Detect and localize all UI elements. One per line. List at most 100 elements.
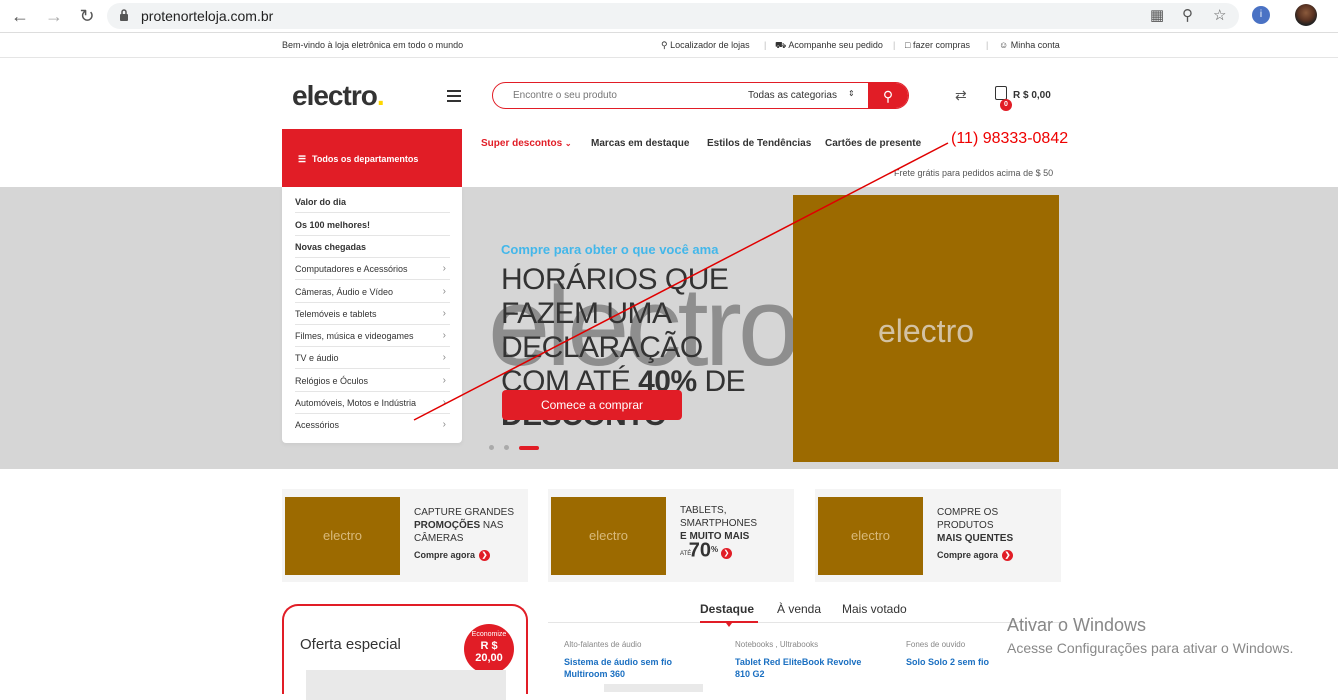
dept-label: Os 100 melhores! [295, 220, 371, 230]
promo-text: TABLETS, SMARTPHONES E MUITO MAIS ATÉ 70… [680, 504, 790, 560]
promo-card-hottest[interactable]: electro COMPRE OS PRODUTOS MAIS QUENTES … [815, 489, 1061, 582]
track-order-link[interactable]: ⛟ Acompanhe seu pedido [775, 40, 883, 52]
product-name-line: Tablet Red EliteBook Revolve [735, 657, 862, 667]
departments-list: Valor do dia Os 100 melhores! Novas cheg… [282, 187, 462, 443]
shop-link[interactable]: □ fazer compras [905, 40, 970, 50]
offer-product-image [306, 670, 506, 700]
bookmark-star-icon[interactable]: ☆ [1213, 7, 1226, 25]
promo-percent-sign: % [711, 545, 719, 554]
slide-dot-1[interactable] [489, 445, 494, 450]
product-name[interactable]: Tablet Red EliteBook Revolve 810 G2 [735, 656, 861, 680]
my-account-label: Minha conta [1010, 40, 1060, 50]
hero-title-line: FAZEM UMA [501, 297, 672, 330]
special-offer-card[interactable]: Oferta especial Economize R $20,00 [282, 604, 528, 700]
product-name[interactable]: Sistema de áudio sem fio Multiroom 360 [564, 656, 672, 680]
nav-marcas[interactable]: Marcas em destaque [591, 138, 689, 149]
dept-item[interactable]: Telemóveis e tablets › [295, 303, 450, 325]
site-logo[interactable]: electro. [292, 80, 385, 112]
badge-amount: R $20,00 [464, 640, 514, 664]
my-account-link[interactable]: ☺ Minha conta [999, 40, 1060, 50]
reload-icon[interactable]: ↻ [77, 6, 97, 26]
zoom-icon[interactable]: ⚲ [1182, 7, 1193, 25]
nav-super-descontos[interactable]: Super descontos ⌄ [481, 138, 572, 149]
slide-dot-2[interactable] [504, 445, 509, 450]
product-category[interactable]: Notebooks , Ultrabooks [735, 640, 818, 649]
dept-item[interactable]: TV e áudio › [295, 347, 450, 369]
address-bar[interactable]: protenorteloja.com.br ▦ ⚲ ☆ [107, 3, 1239, 29]
arrow-right-icon[interactable]: ❯ [720, 548, 732, 560]
dept-item[interactable]: Filmes, música e videogames › [295, 325, 450, 347]
nav-estilos[interactable]: Estilos de Tendências [707, 138, 811, 149]
tab-destaque[interactable]: Destaque [700, 602, 754, 616]
chevron-right-icon: › [442, 286, 446, 297]
promo-line: PROMOÇÕES NAS [414, 519, 524, 532]
nav-cartoes[interactable]: Cartões de presente [825, 138, 921, 149]
shop-now-link[interactable]: Compre agora ❯ [937, 550, 1014, 562]
departments-button[interactable]: ☰ Todos os departamentos [282, 129, 462, 187]
top-info-bar: Bem-vindo à loja eletrônica em todo o mu… [0, 34, 1338, 58]
hero-title-line: HORÁRIOS QUE [501, 263, 729, 296]
product-name-line: Sistema de áudio sem fio [564, 657, 673, 667]
slide-dot-3[interactable] [519, 446, 539, 450]
back-arrow-icon[interactable]: ← [10, 6, 30, 26]
welcome-text: Bem-vindo à loja eletrônica em todo o mu… [282, 40, 464, 50]
tab-mais-votado[interactable]: Mais votado [842, 602, 907, 616]
dept-item[interactable]: Câmeras, Áudio e Vídeo › [295, 281, 450, 303]
shopping-bag-icon: □ [905, 40, 911, 50]
product-name[interactable]: Solo Solo 2 sem fio [906, 656, 989, 668]
promo-image: electro [818, 497, 923, 575]
promo-line: SMARTPHONES [680, 518, 758, 529]
promo-card-cameras[interactable]: electro CAPTURE GRANDES PROMOÇÕES NAS CÂ… [282, 489, 528, 582]
list-icon: ☰ [298, 154, 307, 164]
menu-icon[interactable] [447, 90, 461, 102]
search-input[interactable] [513, 90, 733, 101]
dept-item[interactable]: Os 100 melhores! [295, 214, 450, 236]
shop-now-link[interactable]: Compre agora ❯ [414, 550, 491, 562]
promo-image-label: electro [588, 528, 629, 543]
forward-arrow-icon[interactable]: → [44, 6, 64, 26]
windows-activation-subtitle: Acesse Configurações para ativar o Windo… [1007, 640, 1294, 656]
promo-bold: MAIS QUENTES [937, 533, 1014, 544]
chevron-right-icon: › [442, 352, 446, 363]
promo-image: electro [551, 497, 666, 575]
browser-toolbar: ← → ↻ protenorteloja.com.br ▦ ⚲ ☆ i [0, 0, 1338, 33]
cart-total[interactable]: R $ 0,00 [1013, 90, 1051, 101]
dept-item[interactable]: Computadores e Acessórios › [295, 258, 450, 280]
product-name-line: 810 G2 [735, 669, 765, 679]
translate-icon[interactable]: ▦ [1150, 7, 1164, 25]
cart-count-badge: 0 [1000, 99, 1012, 111]
promo-percent: 70 [688, 539, 712, 562]
dept-item[interactable]: Novas chegadas [295, 236, 450, 258]
hero-title-post: DE [696, 365, 746, 398]
chevron-right-icon: › [442, 263, 446, 274]
start-shopping-button[interactable]: Comece a comprar [502, 390, 682, 420]
dept-label: TV e áudio [295, 353, 339, 363]
separator: | [986, 40, 989, 50]
profile-avatar[interactable] [1295, 4, 1317, 26]
promo-text: CAPTURE GRANDES PROMOÇÕES NAS CÂMERAS [414, 506, 524, 545]
dept-item[interactable]: Automóveis, Motos e Indústria › [295, 392, 450, 414]
compare-icon[interactable]: ⇄ [955, 87, 967, 104]
extension-icon[interactable]: i [1252, 6, 1270, 24]
hero-image: electro [793, 195, 1059, 462]
cart-icon[interactable] [995, 86, 1007, 100]
product-image [604, 684, 703, 692]
chevron-right-icon: › [442, 419, 446, 430]
dept-item[interactable]: Relógios e Óculos › [295, 370, 450, 392]
active-tab-indicator [700, 621, 758, 627]
dept-item[interactable]: Valor do dia [295, 191, 450, 213]
select-arrows-icon: ⇕ [848, 89, 855, 98]
product-name-line: Multiroom 360 [564, 669, 626, 679]
promo-card-tablets[interactable]: electro TABLETS, SMARTPHONES E MUITO MAI… [548, 489, 794, 582]
dept-label: Computadores e Acessórios [295, 264, 408, 274]
category-select[interactable]: Todas as categorias [748, 90, 837, 101]
product-category[interactable]: Alto-falantes de áudio [564, 640, 641, 649]
tab-a-venda[interactable]: À venda [777, 602, 821, 616]
dept-item[interactable]: Acessórios › [295, 414, 450, 436]
phone-annotation: (11) 98333-0842 [951, 130, 1069, 147]
hero-subtitle: Compre para obter o que você ama [501, 242, 719, 257]
store-locator-link[interactable]: ⚲ Localizador de lojas [661, 40, 750, 51]
search-button[interactable]: ⚲ [868, 83, 908, 108]
badge-save-label: Economize [471, 631, 507, 638]
product-category[interactable]: Fones de ouvido [906, 640, 965, 649]
